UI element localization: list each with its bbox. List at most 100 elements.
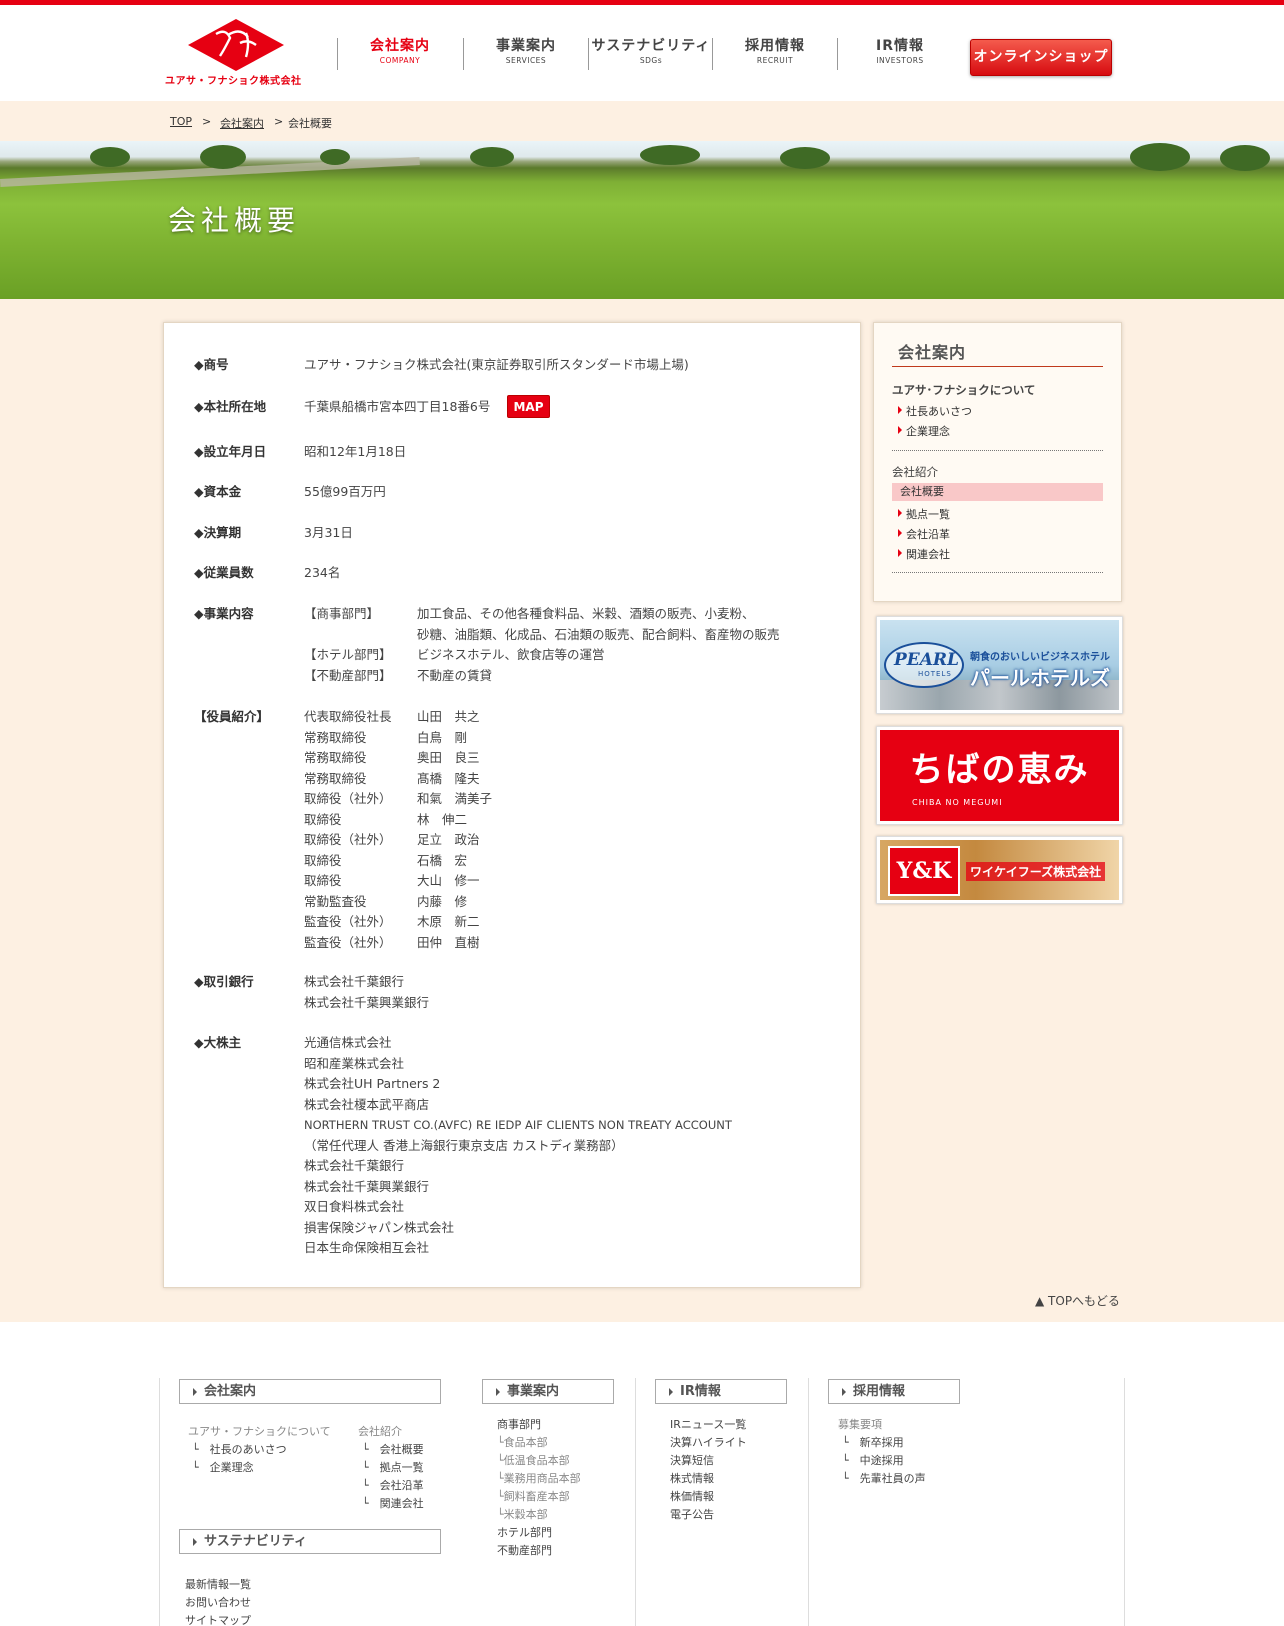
footer-link-history[interactable]: └ 会社沿革	[362, 1477, 424, 1493]
footer-link-ir-news[interactable]: IRニュース一覧	[670, 1416, 746, 1432]
breadcrumb-top-link[interactable]: TOP	[170, 115, 192, 128]
sidebar-intro-heading[interactable]: 会社紹介	[892, 464, 938, 480]
officers-label: 【役員紹介】	[194, 709, 270, 724]
pearl-logo-sub: HOTELS	[918, 670, 952, 678]
hero-banner: 会社概要	[0, 141, 1284, 299]
footer-link-label: 新卒採用	[859, 1436, 904, 1449]
yk-logo: Y&K	[888, 846, 960, 896]
footer-heading-ir[interactable]: IR情報	[655, 1379, 787, 1404]
pearl-tagline: 朝食のおいしいビジネスホテル	[970, 652, 1110, 663]
business-dept: 【商事部門】	[304, 606, 380, 621]
footer-link-affiliates[interactable]: └ 関連会社	[362, 1495, 424, 1511]
breadcrumb-current: 会社概要	[288, 117, 332, 130]
nav-recruit[interactable]: 採用情報 RECRUIT	[712, 38, 837, 70]
hero-tree	[1220, 145, 1270, 171]
officer-name: 和氣 満美子	[417, 791, 493, 806]
footer-link-chilled[interactable]: └低温食品本部	[497, 1452, 570, 1468]
hero-tree	[470, 147, 514, 167]
officer-name: 足立 政治	[417, 832, 480, 847]
footer-link-greeting[interactable]: └ 社長のあいさつ	[192, 1441, 287, 1457]
footer-link-new-grad[interactable]: └ 新卒採用	[842, 1434, 904, 1450]
shareholder-item: 株式会社榎本武平商店	[304, 1096, 430, 1112]
hero-tree	[200, 145, 246, 169]
company-logo[interactable]: ユアサ・フナショク株式会社	[165, 19, 307, 89]
bank-item: 株式会社千葉銀行	[304, 974, 405, 989]
footer-link-stock-info[interactable]: 株式情報	[670, 1470, 714, 1486]
sidebar-item-locations[interactable]: 拠点一覧	[898, 506, 950, 522]
footer-link-stock-price[interactable]: 株価情報	[670, 1488, 714, 1504]
footer-link-news[interactable]: 最新情報一覧	[185, 1576, 251, 1592]
footer-link-food[interactable]: └食品本部	[497, 1434, 548, 1450]
sidebar-item-greeting[interactable]: 社長あいさつ	[898, 403, 972, 419]
back-to-top-link[interactable]: ▲ TOPへもどる	[1035, 1292, 1120, 1309]
sidebar-item-philosophy[interactable]: 企業理念	[898, 423, 950, 439]
chiba-no-megumi-banner[interactable]: ちばの恵み CHIBA NO MEGUMI	[876, 726, 1123, 825]
sidebar-item-overview[interactable]: 会社概要	[892, 483, 1103, 501]
footer-link-tanshin[interactable]: 決算短信	[670, 1452, 714, 1468]
footer-divider	[635, 1378, 636, 1626]
yk-foods-banner-image: Y&K ワイケイフーズ株式会社	[880, 840, 1119, 900]
banks-label: ◆取引銀行	[194, 974, 254, 989]
footer-link-commercial[interactable]: └業務用商品本部	[497, 1470, 581, 1486]
breadcrumb-company-link[interactable]: 会社案内	[220, 115, 264, 131]
footer-link-feed[interactable]: └飼料畜産本部	[497, 1488, 570, 1504]
breadcrumb: TOP > 会社案内 > 会社概要	[0, 101, 1284, 141]
footer-link-requirements[interactable]: 募集要項	[838, 1416, 882, 1432]
officer-name: 林 伸二	[417, 811, 468, 827]
footer-link-rice[interactable]: └米穀本部	[497, 1506, 548, 1522]
footer-link-hotel[interactable]: ホテル部門	[497, 1524, 552, 1540]
nav-company[interactable]: 会社案内 COMPANY	[337, 38, 462, 70]
footer-heading-services[interactable]: 事業案内	[482, 1379, 614, 1404]
nav-company-sub: COMPANY	[379, 56, 421, 65]
hero-tree	[90, 147, 130, 167]
pearl-hotels-banner[interactable]: PEARL HOTELS 朝食のおいしいビジネスホテル パールホテルズ	[876, 616, 1123, 714]
shareholder-item: 損害保険ジャパン株式会社	[304, 1219, 455, 1235]
footer-link-locations[interactable]: └ 拠点一覧	[362, 1459, 424, 1475]
footer-link-e-notice[interactable]: 電子公告	[670, 1506, 714, 1522]
chiba-name: ちばの恵み	[909, 750, 1090, 790]
footer-heading-sustainability[interactable]: サステナビリティ	[179, 1529, 441, 1554]
nav-sustainability-label: サステナビリティ	[591, 38, 711, 54]
officer-name: 内藤 修	[417, 893, 468, 909]
nav-services-sub: SERVICES	[505, 56, 547, 65]
sidebar-item-affiliates[interactable]: 関連会社	[898, 546, 950, 562]
footer-link-mid-career[interactable]: └ 中途採用	[842, 1452, 904, 1468]
footer-heading-recruit[interactable]: 採用情報	[828, 1379, 960, 1404]
nav-sustainability[interactable]: サステナビリティ SDGs	[588, 38, 713, 70]
footer-link-intro[interactable]: 会社紹介	[358, 1423, 402, 1439]
officer-name: 奥田 良三	[417, 750, 480, 765]
shareholder-item: 光通信株式会社	[304, 1035, 392, 1050]
nav-investors-label: IR情報	[876, 38, 924, 54]
footer-link-philosophy[interactable]: └ 企業理念	[192, 1459, 254, 1475]
footer-link-about[interactable]: ユアサ・フナショクについて	[188, 1423, 331, 1439]
nav-investors[interactable]: IR情報 INVESTORS	[837, 38, 962, 70]
trade-name-label: ◆商号	[194, 357, 229, 372]
tree-branch-icon: └	[842, 1436, 860, 1449]
officer-title: 常務取締役	[304, 750, 367, 765]
footer-link-voices[interactable]: └ 先輩社員の声	[842, 1470, 926, 1486]
officer-title: 代表取締役社長	[304, 709, 392, 724]
sidebar-about-heading[interactable]: ユアサ･フナショクについて	[892, 382, 1035, 398]
sidebar-item-history[interactable]: 会社沿革	[898, 526, 950, 542]
footer-link-realestate[interactable]: 不動産部門	[497, 1542, 552, 1558]
footer-link-contact[interactable]: お問い合わせ	[185, 1594, 251, 1610]
footer-divider	[808, 1378, 809, 1626]
footer-link-sitemap[interactable]: サイトマップ	[185, 1612, 251, 1626]
footer-link-highlights[interactable]: 決算ハイライト	[670, 1434, 747, 1450]
officer-name: 石橋 宏	[417, 852, 468, 868]
business-dept: 【ホテル部門】	[304, 647, 392, 662]
map-button[interactable]: MAP	[507, 395, 550, 418]
shareholder-item: 日本生命保険相互会社	[304, 1240, 430, 1255]
nav-services[interactable]: 事業案内 SERVICES	[463, 38, 588, 70]
footer-link-overview[interactable]: └ 会社概要	[362, 1441, 424, 1457]
chiba-roman: CHIBA NO MEGUMI	[912, 798, 1003, 807]
officer-name: 白鳥 剛	[417, 729, 468, 745]
footer-link-label: 拠点一覧	[379, 1461, 424, 1474]
business-label: ◆事業内容	[194, 606, 254, 621]
footer-heading-company[interactable]: 会社案内	[179, 1379, 441, 1404]
online-shop-button[interactable]: オンラインショップ	[970, 39, 1112, 76]
yk-foods-banner[interactable]: Y&K ワイケイフーズ株式会社	[876, 836, 1123, 904]
footer-link-trading[interactable]: 商事部門	[497, 1416, 541, 1432]
breadcrumb-separator: >	[202, 115, 212, 128]
business-dept: 【不動産部門】	[304, 667, 392, 683]
